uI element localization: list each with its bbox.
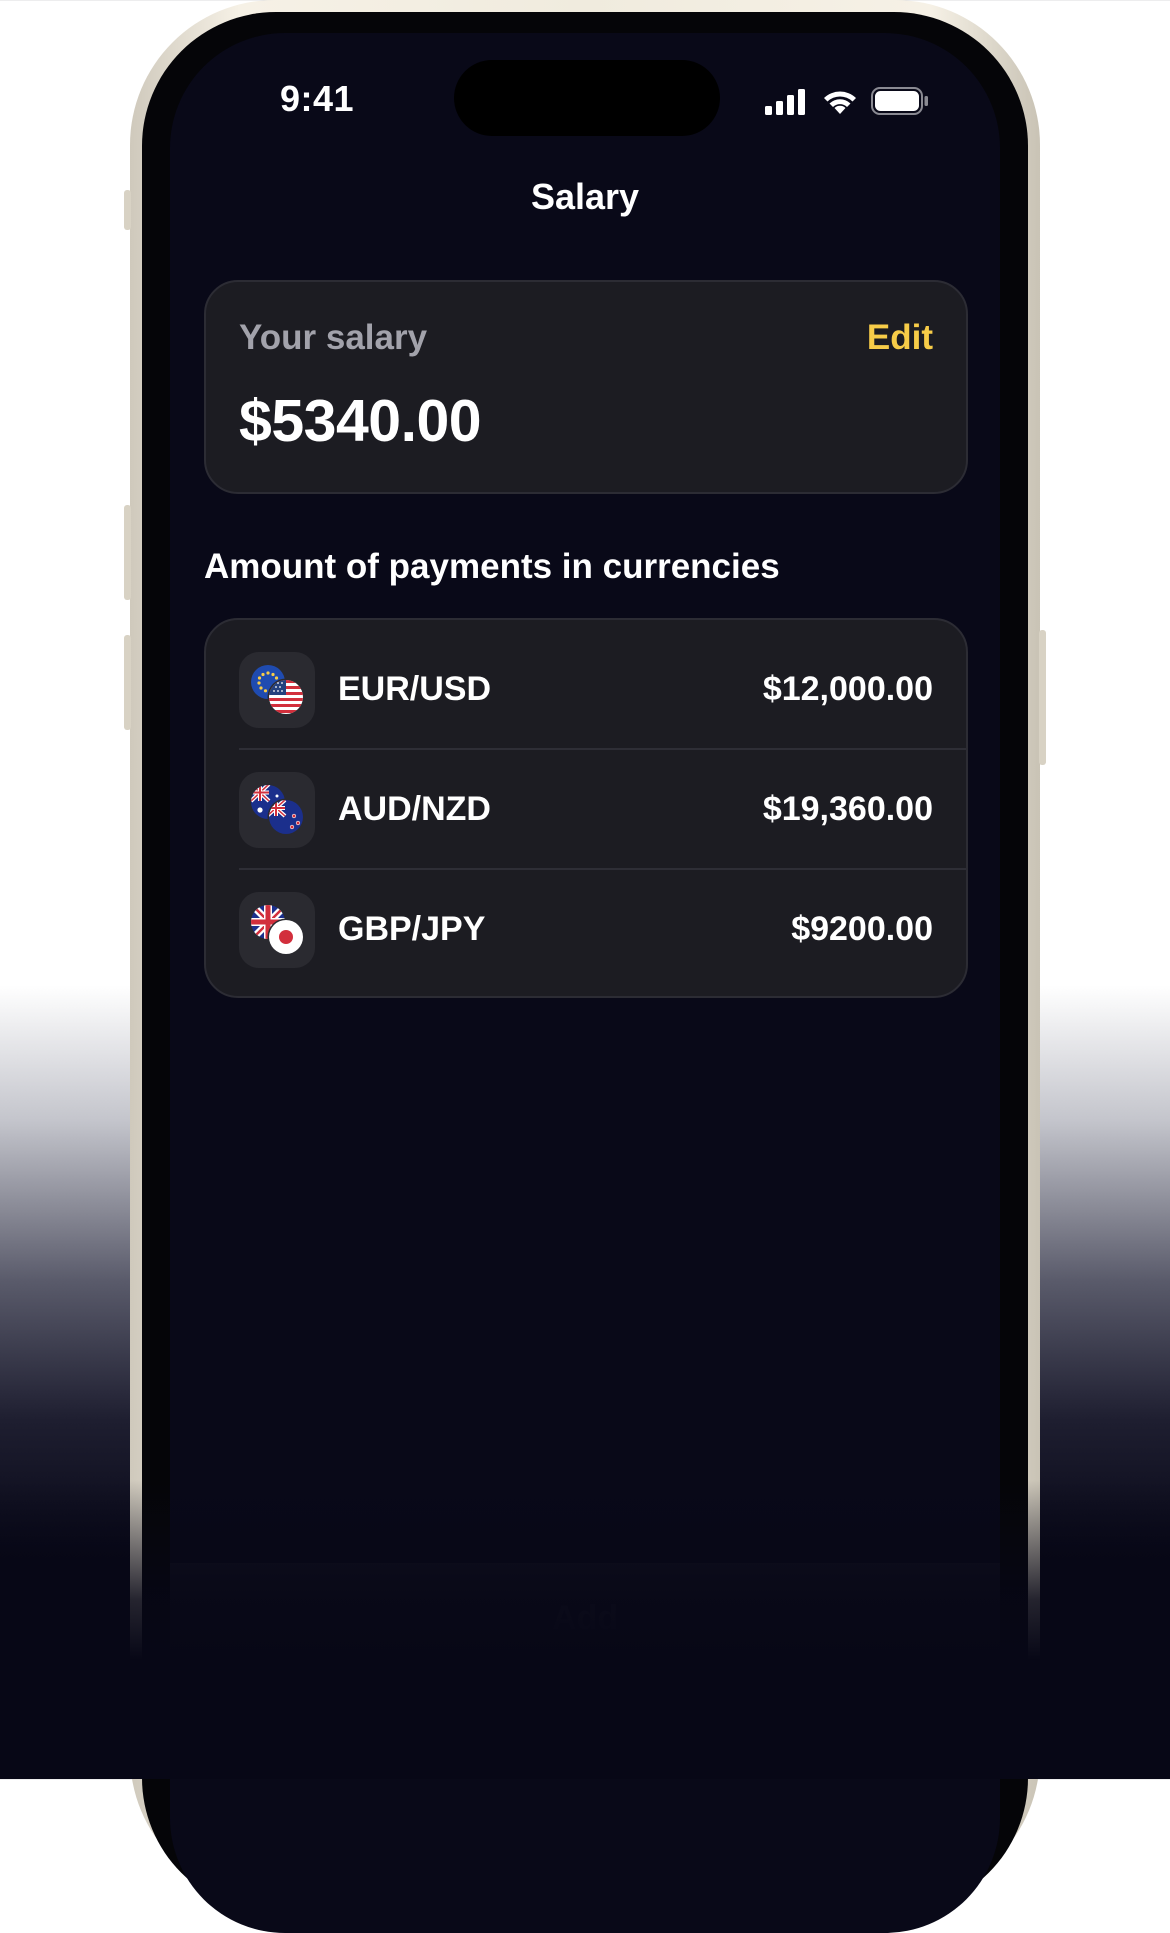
list-item-gbp-jpy[interactable]: GBP/JPY $9200.00 <box>206 860 966 980</box>
cellular-signal-icon <box>765 89 805 115</box>
add-button[interactable]: Add <box>170 1563 1000 1673</box>
edit-salary-button[interactable]: Edit <box>867 318 933 358</box>
salary-amount: $5340.00 <box>239 388 482 454</box>
status-time: 9:41 <box>280 78 355 119</box>
salary-label: Your salary <box>239 318 428 357</box>
status-icons <box>765 85 929 115</box>
volume-up-button <box>124 505 131 600</box>
eur-usd-flags-icon <box>239 652 315 728</box>
currency-pair-label: EUR/USD <box>338 670 492 708</box>
currency-amount: $19,360.00 <box>762 790 933 828</box>
currency-amount: $9200.00 <box>791 910 933 948</box>
aud-nzd-flags-icon <box>239 772 315 848</box>
currency-pair-label: GBP/JPY <box>338 910 486 948</box>
power-button <box>1039 630 1046 765</box>
dynamic-island <box>454 60 720 136</box>
list-item-aud-nzd[interactable]: AUD/NZD $19,360.00 <box>206 740 966 860</box>
section-title: Amount of payments in currencies <box>204 547 780 586</box>
silent-switch <box>124 190 131 230</box>
list-item-eur-usd[interactable]: EUR/USD $12,000.00 <box>206 620 966 740</box>
battery-icon <box>871 87 928 115</box>
phone-screen: 9:41 Salary Your salary Edit $5340.00 Am… <box>170 33 1000 1933</box>
salary-card: Your salary Edit $5340.00 <box>204 280 968 494</box>
currency-list: EUR/USD $12,000.00 AUD/NZD $19,360.00 GB… <box>204 618 968 998</box>
currency-pair-label: AUD/NZD <box>338 790 491 828</box>
volume-down-button <box>124 635 131 730</box>
wifi-icon <box>824 91 856 114</box>
currency-amount: $12,000.00 <box>762 670 933 708</box>
gbp-jpy-flags-icon <box>239 892 315 968</box>
page-title: Salary <box>530 176 640 217</box>
